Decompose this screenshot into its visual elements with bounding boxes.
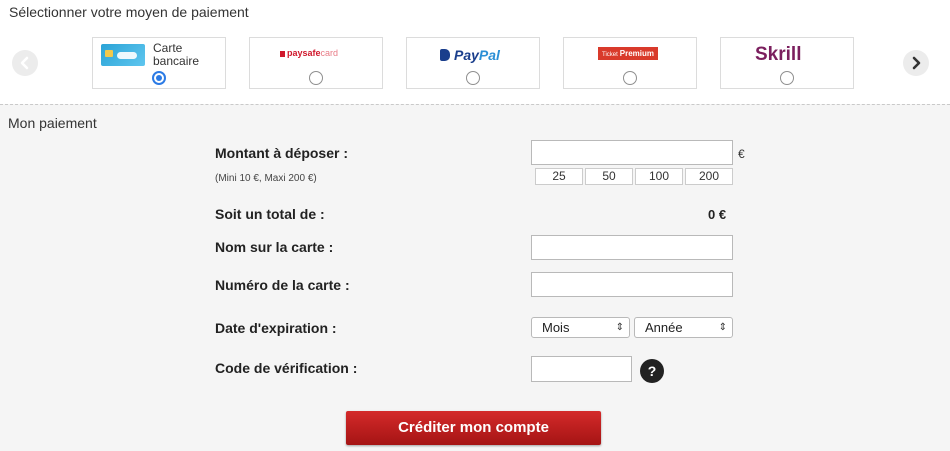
amount-label: Montant à déposer : (215, 145, 349, 161)
page-title: Sélectionner votre moyen de paiement (9, 4, 249, 20)
method-card-label: Carte bancaire (153, 41, 200, 68)
method-paysafecard[interactable]: paysafecard (249, 37, 383, 89)
preset-25-button[interactable]: 25 (535, 168, 583, 185)
credit-card-icon (101, 44, 145, 66)
method-card[interactable]: Carte bancaire (92, 37, 226, 89)
skrill-logo: Skrill (755, 44, 802, 65)
lock-icon (280, 50, 285, 57)
expiry-label: Date d'expiration : (215, 320, 337, 336)
cvv-label: Code de vérification : (215, 360, 358, 376)
month-select[interactable]: Mois ⇕ (531, 317, 630, 338)
method-skrill-radio[interactable] (780, 71, 794, 85)
chevron-right-icon (912, 56, 921, 70)
currency-symbol: € (738, 147, 745, 161)
card-name-input[interactable] (531, 235, 733, 260)
method-card-radio[interactable] (152, 71, 166, 85)
method-ticket-premium-radio[interactable] (623, 71, 637, 85)
carousel-prev-button[interactable] (12, 50, 38, 76)
card-name-label: Nom sur la carte : (215, 239, 334, 255)
total-label: Soit un total de : (215, 206, 325, 222)
payment-methods: Carte bancaire paysafecard PayPal Ticket… (92, 37, 862, 91)
updown-caret-icon: ⇕ (718, 322, 727, 333)
cvv-input[interactable] (531, 356, 632, 382)
method-paysafecard-radio[interactable] (309, 71, 323, 85)
year-select[interactable]: Année ⇕ (634, 317, 733, 338)
paysafecard-logo: paysafecard (280, 48, 338, 58)
total-value: 0 € (708, 207, 727, 222)
amount-input[interactable] (531, 140, 733, 165)
ticket-premium-logo: Ticket Premium (598, 47, 659, 60)
paypal-icon (440, 49, 450, 61)
method-ticket-premium[interactable]: Ticket Premium (563, 37, 697, 89)
carousel-next-button[interactable] (903, 50, 929, 76)
card-number-input[interactable] (531, 272, 733, 297)
method-paypal-radio[interactable] (466, 71, 480, 85)
preset-200-button[interactable]: 200 (685, 168, 733, 185)
preset-100-button[interactable]: 100 (635, 168, 683, 185)
amount-hint: (Mini 10 €, Maxi 200 €) (215, 173, 317, 184)
preset-50-button[interactable]: 50 (585, 168, 633, 185)
credit-account-button[interactable]: Créditer mon compte (346, 411, 601, 445)
card-number-label: Numéro de la carte : (215, 277, 350, 293)
method-paypal[interactable]: PayPal (406, 37, 540, 89)
updown-caret-icon: ⇕ (615, 322, 624, 333)
payment-section: Mon paiement Montant à déposer : (Mini 1… (0, 104, 950, 451)
question-icon[interactable]: ? (640, 359, 664, 383)
paypal-logo: PayPal (440, 47, 500, 63)
chevron-left-icon (20, 56, 29, 70)
section-title: Mon paiement (8, 115, 97, 131)
method-skrill[interactable]: Skrill (720, 37, 854, 89)
